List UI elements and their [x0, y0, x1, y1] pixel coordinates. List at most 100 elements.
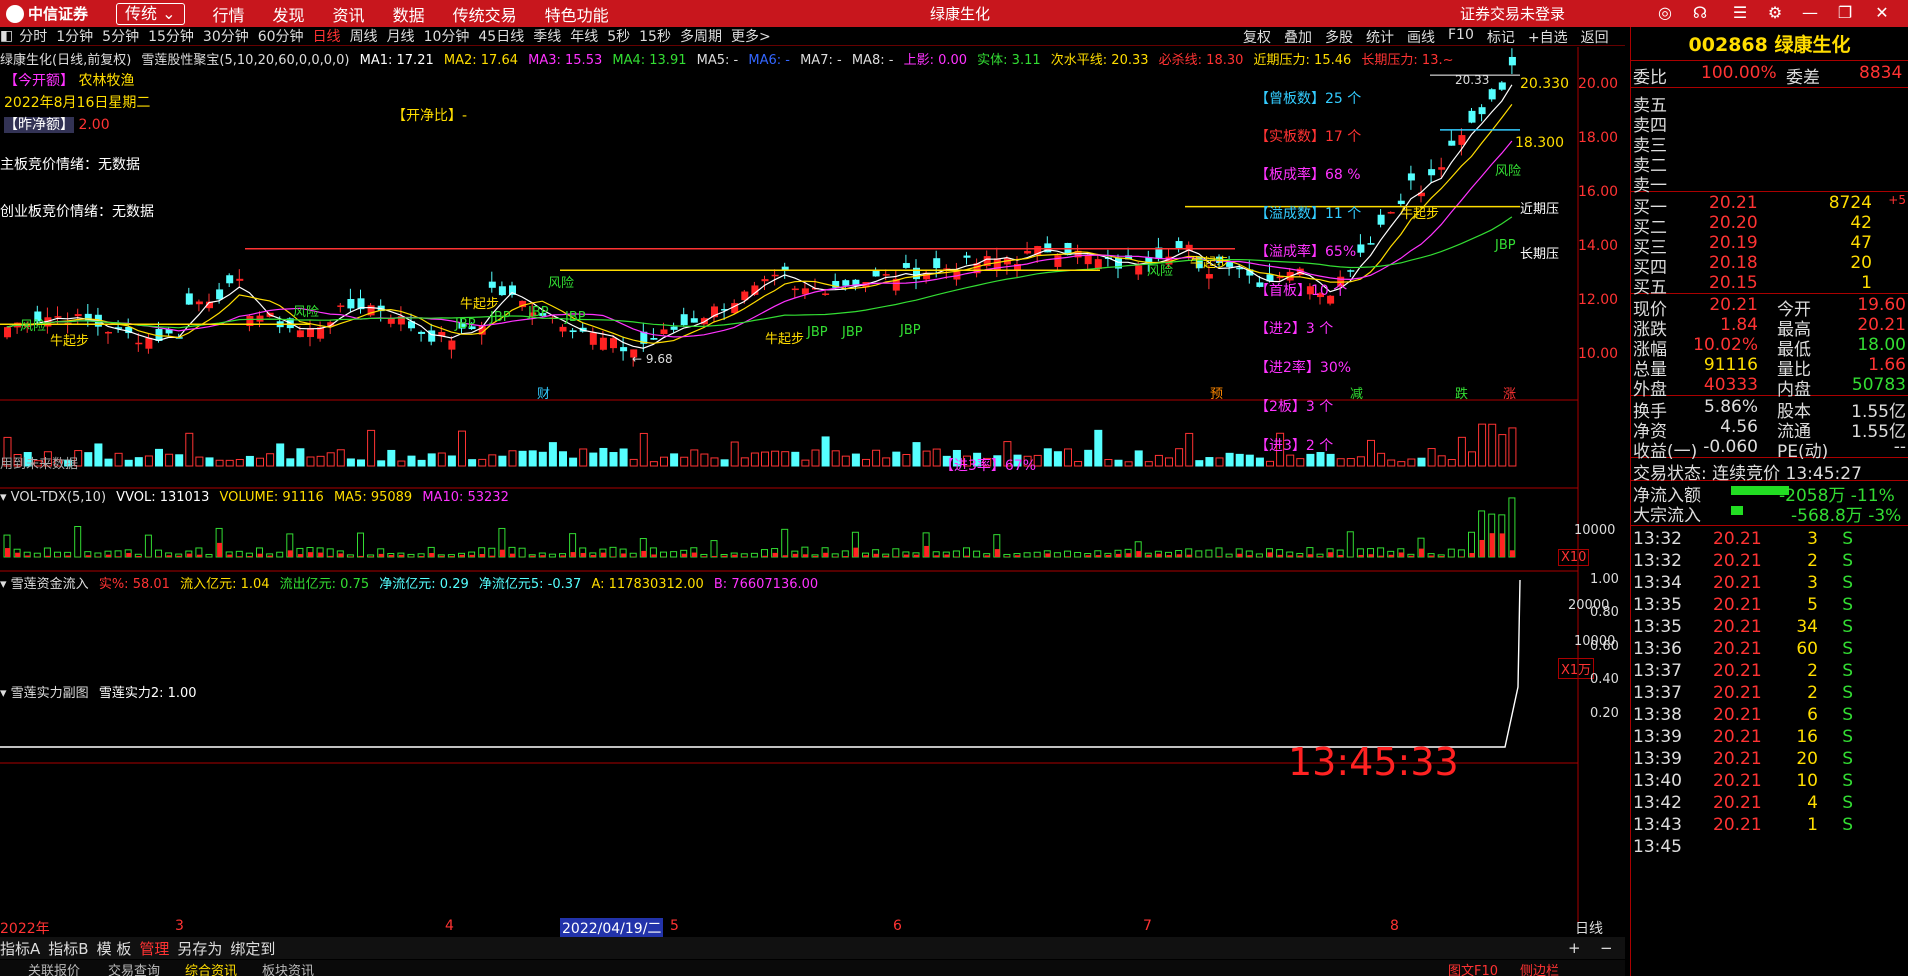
- mode-dropdown[interactable]: 传统 ⌄: [116, 2, 185, 25]
- candle-body: [690, 318, 698, 323]
- period-weekly[interactable]: 周线: [350, 26, 378, 46]
- fund-bar-in: [176, 555, 182, 557]
- fund-collapse-icon[interactable]: ▾: [0, 577, 7, 592]
- fund-bar-out: [518, 547, 526, 558]
- buy-level[interactable]: 买二 20.20 42: [1631, 213, 1908, 238]
- fund-indicator-name: 雪莲资金流入: [10, 577, 89, 592]
- tick-side: S: [1842, 573, 1853, 593]
- menu-chuantong-jiaoyi[interactable]: 传统交易: [453, 2, 517, 26]
- period-fenshi[interactable]: 分时: [19, 26, 47, 46]
- sell-level[interactable]: 卖四: [1631, 111, 1908, 136]
- period-15sec[interactable]: 15秒: [639, 26, 671, 46]
- tick-row: 13:39 20.21 16 S: [1631, 727, 1908, 749]
- tick-time: 13:40: [1633, 771, 1682, 791]
- tool-duogu[interactable]: 多股: [1325, 27, 1353, 46]
- fund-flow-bars: [3, 497, 1516, 558]
- app-icon[interactable]: ◎: [1655, 3, 1675, 23]
- tool-diejia[interactable]: 叠加: [1284, 27, 1312, 46]
- vol-collapse-icon[interactable]: ▾: [0, 490, 7, 505]
- menu-hangqing[interactable]: 行情: [213, 2, 245, 26]
- fund-bar-in: [1136, 551, 1142, 557]
- tool-biaoji[interactable]: 标记: [1487, 27, 1515, 46]
- tool-f10[interactable]: F10: [1448, 27, 1474, 46]
- period-30min[interactable]: 30分钟: [203, 26, 249, 46]
- login-status[interactable]: 证券交易未登录: [1460, 3, 1565, 24]
- tick-price: 20.21: [1713, 551, 1762, 571]
- period-multi[interactable]: 多周期: [680, 26, 722, 46]
- volume-bar: [1185, 432, 1194, 467]
- fund-bar-in: [378, 553, 384, 557]
- buy-level[interactable]: 买一 20.21 8724 +5: [1631, 193, 1908, 218]
- sell-level[interactable]: 卖二: [1631, 151, 1908, 176]
- buy-level[interactable]: 买四 20.18 20: [1631, 253, 1908, 278]
- period-60min[interactable]: 60分钟: [258, 26, 304, 46]
- tab-manage[interactable]: 管理: [139, 938, 169, 959]
- restore-icon[interactable]: ❐: [1835, 3, 1855, 23]
- tab-sidebar[interactable]: 侧边栏: [1520, 960, 1559, 976]
- volume-bar: [225, 459, 234, 467]
- close-icon[interactable]: ✕: [1872, 3, 1892, 23]
- period-monthly[interactable]: 月线: [387, 26, 415, 46]
- volume-bar: [1094, 429, 1103, 467]
- volume-bar: [750, 452, 759, 467]
- menu-tese-gongneng[interactable]: 特色功能: [545, 2, 609, 26]
- sell-level[interactable]: 卖五: [1631, 91, 1908, 116]
- cishuiping-value: 次水平线: 20.33: [1050, 53, 1149, 68]
- strength-collapse-icon[interactable]: ▾: [0, 686, 7, 701]
- period-45day[interactable]: 45日线: [478, 26, 524, 46]
- tool-fuquan[interactable]: 复权: [1243, 27, 1271, 46]
- tab-tuwen-f10[interactable]: 图文F10: [1448, 960, 1498, 976]
- menu-zixun[interactable]: 资讯: [333, 2, 365, 26]
- gear-icon[interactable]: ⚙: [1765, 3, 1785, 23]
- main-chart-header: 绿康生化(日线,前复权) 雪莲股性聚宝(5,10,20,60,0,0,0,0) …: [0, 49, 1454, 68]
- volume-bar: [538, 451, 547, 467]
- period-quarter[interactable]: 季线: [533, 26, 561, 46]
- tab-guanlian[interactable]: 关联报价: [28, 960, 80, 976]
- list-icon[interactable]: ☰: [1730, 3, 1750, 23]
- tab-indicator-a[interactable]: 指标A: [0, 938, 40, 959]
- fund-value: --: [1893, 437, 1906, 457]
- kline-chart-area[interactable]: 20.330 18.300 20.33 ← 9.68 近期压长期压 JBP JBP JBP JB…: [0, 47, 1625, 931]
- period-5sec[interactable]: 5秒: [607, 26, 630, 46]
- fund-bar-in: [489, 555, 495, 557]
- sell-level[interactable]: 卖一: [1631, 171, 1908, 196]
- menu-shuju[interactable]: 数据: [393, 2, 425, 26]
- period-1min[interactable]: 1分钟: [56, 26, 93, 46]
- candle-body: [1448, 140, 1456, 146]
- fund-bar-in: [297, 554, 303, 557]
- headset-icon[interactable]: ☊: [1690, 3, 1710, 23]
- volume-bar: [1175, 448, 1184, 467]
- volume-bar: [367, 429, 376, 467]
- tab-zonghe-zixun[interactable]: 综合资讯: [185, 960, 237, 976]
- period-10min[interactable]: 10分钟: [424, 26, 470, 46]
- tab-template[interactable]: 模 板: [97, 938, 132, 959]
- panel-toggle-icon[interactable]: ◧: [0, 28, 13, 44]
- sell-level[interactable]: 卖三: [1631, 131, 1908, 156]
- period-daily[interactable]: 日线: [313, 26, 341, 46]
- volume-bar: [1367, 439, 1375, 467]
- tool-fanhui[interactable]: 返回: [1581, 27, 1609, 46]
- candle-body: [599, 337, 607, 350]
- tab-bind-to[interactable]: 绑定到: [230, 938, 275, 959]
- period-year[interactable]: 年线: [570, 26, 598, 46]
- tool-zixuan[interactable]: +自选: [1528, 27, 1568, 46]
- zoom-out-button[interactable]: −: [1600, 939, 1613, 957]
- tool-tongji[interactable]: 统计: [1366, 27, 1394, 46]
- tool-huaxian[interactable]: 画线: [1407, 27, 1435, 46]
- minimize-icon[interactable]: —: [1800, 3, 1820, 23]
- tab-save-as[interactable]: 另存为: [177, 938, 222, 959]
- zoom-in-button[interactable]: +: [1568, 939, 1581, 957]
- buy-level[interactable]: 买五 20.15 1: [1631, 273, 1908, 298]
- tab-jiaoyi-chaxun[interactable]: 交易查询: [108, 960, 160, 976]
- fund-bar-in: [813, 555, 818, 557]
- candle-body: [559, 326, 567, 332]
- period-more[interactable]: 更多>: [731, 26, 771, 46]
- tab-indicator-b[interactable]: 指标B: [48, 938, 88, 959]
- tab-bankuai-zixun[interactable]: 板块资讯: [262, 960, 314, 976]
- period-15min[interactable]: 15分钟: [148, 26, 194, 46]
- tick-list[interactable]: 13:32 20.21 3 S 13:32 20.21 2 S 13:34 20.21 3 S 13:3…: [1631, 526, 1908, 859]
- menu-faxian[interactable]: 发现: [273, 2, 305, 26]
- volume-bar: [1447, 459, 1456, 467]
- period-5min[interactable]: 5分钟: [102, 26, 139, 46]
- buy-level[interactable]: 买三 20.19 47: [1631, 233, 1908, 258]
